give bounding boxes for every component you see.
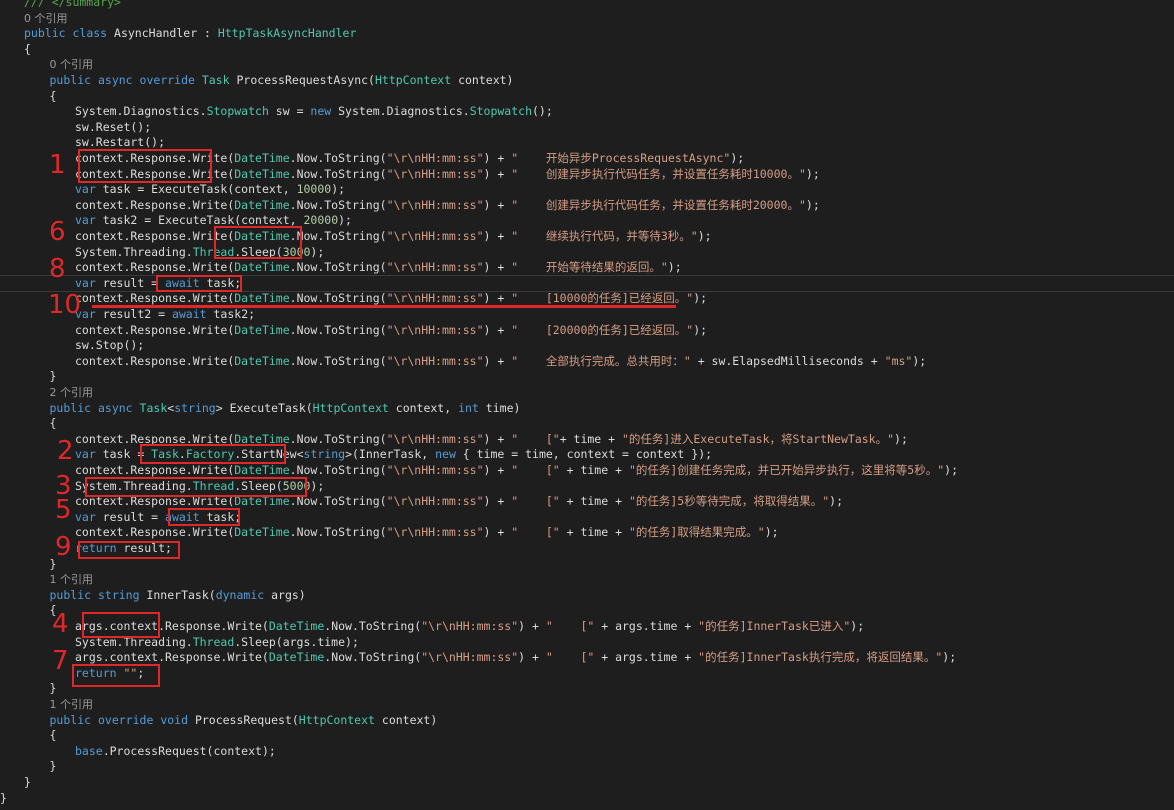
annotation-box <box>78 149 212 183</box>
reference-count[interactable]: 1 个引用 <box>50 697 94 713</box>
reference-count[interactable]: 2 个引用 <box>50 385 94 401</box>
annotation-number: 2 <box>57 436 74 466</box>
annotation-number: 7 <box>52 646 69 676</box>
reference-count[interactable]: 0 个引用 <box>24 11 68 27</box>
code-line: { <box>24 41 31 56</box>
code-line: context.Response.Write(DateTime.Now.ToSt… <box>75 525 779 540</box>
code-line: public async Task<string> ExecuteTask(Ht… <box>49 400 521 415</box>
annotation-number: 1 <box>49 150 66 180</box>
code-line: context.Response.Write(DateTime.Now.ToSt… <box>75 197 820 212</box>
annotation-number: 10 <box>48 290 82 320</box>
code-line: context.Response.Write(DateTime.Now.ToSt… <box>75 260 682 275</box>
code-line: base.ProcessRequest(context); <box>75 743 276 758</box>
code-line: args.context.Response.Write(DateTime.Now… <box>75 650 957 665</box>
annotation-number: 8 <box>49 254 66 284</box>
code-line: context.Response.Write(DateTime.Now.ToSt… <box>75 229 712 243</box>
code-line: { <box>49 416 57 431</box>
annotation-number: 6 <box>49 217 66 247</box>
annotation-number: 5 <box>55 495 72 525</box>
code-line: public class AsyncHandler : HttpTaskAsyn… <box>24 26 357 41</box>
annotation-box <box>140 444 286 464</box>
annotation-underline <box>92 305 676 308</box>
code-line: { <box>49 88 57 103</box>
code-line: context.Response.Write(DateTime.Now.ToSt… <box>75 322 708 337</box>
code-line: { <box>49 728 57 743</box>
code-line: } <box>49 759 57 774</box>
code-line: context.Response.Write(DateTime.Now.ToSt… <box>75 353 927 368</box>
annotation-box <box>72 664 160 687</box>
annotation-box <box>156 275 242 292</box>
reference-count[interactable]: 1 个引用 <box>50 572 94 588</box>
code-line: public async override Task ProcessReques… <box>49 73 514 87</box>
annotation-box <box>78 541 180 559</box>
reference-count[interactable]: 0 个引用 <box>50 57 94 73</box>
code-line: sw.Stop(); <box>75 338 145 353</box>
code-line: args.context.Response.Write(DateTime.Now… <box>75 619 865 633</box>
annotation-box <box>82 612 160 638</box>
annotation-box <box>85 477 307 497</box>
annotation-box <box>214 226 302 259</box>
code-line: } <box>49 681 57 696</box>
annotation-box <box>168 508 240 526</box>
code-line: } <box>49 369 57 384</box>
code-line: /// </summary> <box>24 0 121 9</box>
code-line: public override void ProcessRequest(Http… <box>49 712 438 727</box>
annotation-number: 4 <box>52 609 69 639</box>
code-line: sw.Reset(); <box>75 119 152 134</box>
code-line: var task = ExecuteTask(context, 10000); <box>75 182 346 197</box>
annotation-number: 9 <box>55 532 72 562</box>
code-line: } <box>24 775 31 789</box>
code-line: var result2 = await task2; <box>75 307 256 321</box>
code-line: System.Diagnostics.Stopwatch sw = new Sy… <box>75 104 553 119</box>
code-line: public string InnerTask(dynamic args) <box>49 587 306 602</box>
code-line: } <box>0 790 7 805</box>
code-editor[interactable]: /// </summary> 0 个引用 public class AsyncHan… <box>0 0 1174 810</box>
